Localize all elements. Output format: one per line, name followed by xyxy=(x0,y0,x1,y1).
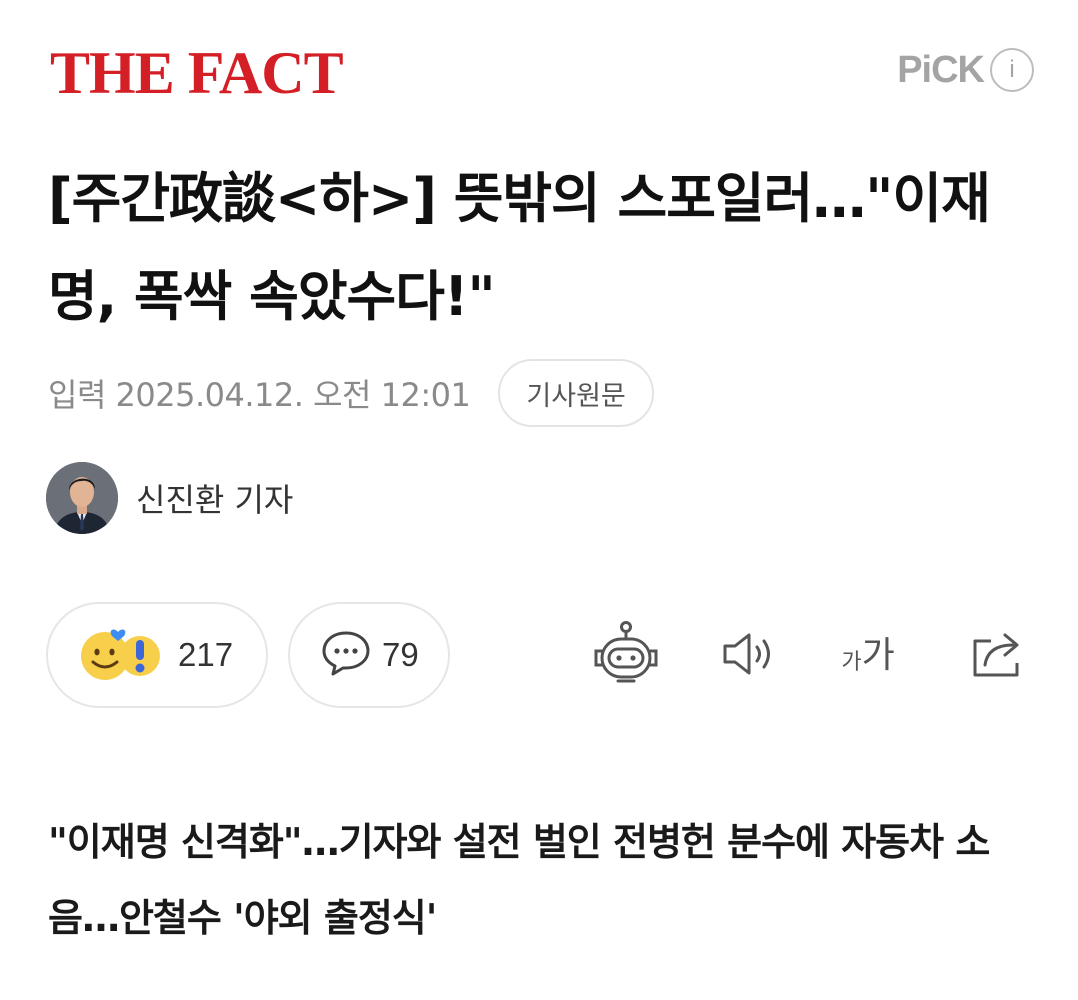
article-dateline: 입력 2025.04.12. 오전 12:01 기사원문 xyxy=(48,359,654,427)
comment-count: 79 xyxy=(382,636,419,673)
info-icon[interactable]: i xyxy=(990,48,1034,92)
pick-badge[interactable]: PiCK i xyxy=(897,46,1034,94)
author-name: 신진환 기자 xyxy=(136,481,294,519)
robot-summary-icon xyxy=(592,621,660,691)
comment-button[interactable]: 79 xyxy=(288,602,450,708)
font-size-small-label: 가 xyxy=(841,650,862,675)
font-size-button[interactable]: 가 가 xyxy=(828,616,908,696)
pick-label: PiCK xyxy=(897,48,985,91)
site-logo[interactable]: THE FACT xyxy=(50,40,344,106)
original-article-button[interactable]: 기사원문 xyxy=(498,359,654,427)
reaction-button[interactable]: 217 xyxy=(46,602,268,708)
article-title: [주간政談<하>] 뜻밖의 스포일러…"이재명, 폭싹 속았수다!" xyxy=(48,167,991,328)
reaction-emoji-icon xyxy=(78,622,168,688)
listen-button[interactable] xyxy=(710,616,790,696)
publish-date: 입력 2025.04.12. 오전 12:01 xyxy=(48,376,471,414)
share-button[interactable] xyxy=(958,616,1038,696)
font-size-icon: 가 가 xyxy=(841,636,894,676)
speaker-icon xyxy=(721,630,779,682)
speech-bubble-icon xyxy=(320,627,372,683)
ai-summary-button[interactable] xyxy=(586,616,666,696)
author-info[interactable]: 신진환 기자 xyxy=(46,462,293,534)
article-subtitle: "이재명 신격화"…기자와 설전 벌인 전병헌 분수에 자동차 소음…안철수 '… xyxy=(48,820,990,940)
font-size-large-label: 가 xyxy=(861,635,895,676)
avatar xyxy=(46,462,118,534)
reaction-count: 217 xyxy=(178,636,234,673)
share-icon xyxy=(969,627,1027,685)
